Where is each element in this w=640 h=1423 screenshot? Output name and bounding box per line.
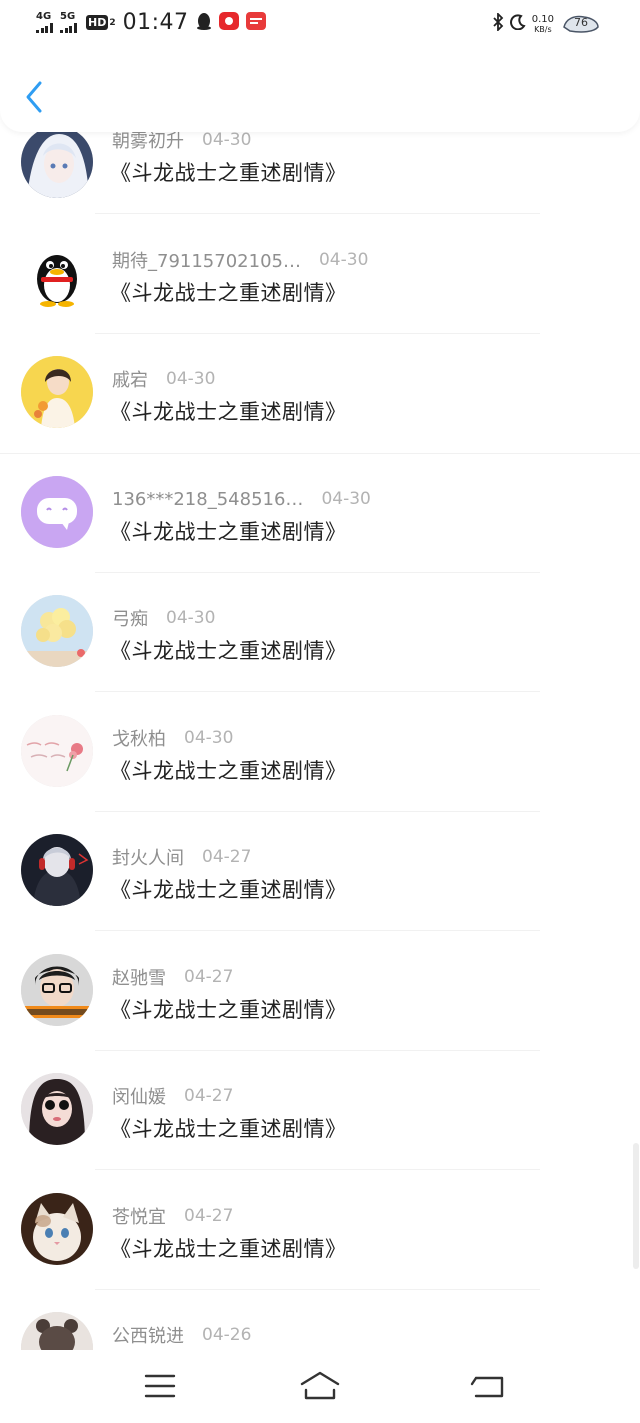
list-item[interactable]: 公西锐进 04-26 [0, 1312, 640, 1350]
chevron-left-icon [26, 81, 42, 113]
scrollbar[interactable] [633, 1143, 639, 1269]
app-notification-icon [218, 11, 239, 34]
comment-date: 04-30 [166, 369, 216, 389]
home-button[interactable] [300, 1370, 340, 1402]
divider [95, 811, 540, 812]
divider [0, 453, 640, 454]
list-item[interactable]: 弓痴 04-30 《斗龙战士之重述剧情》 [0, 595, 640, 724]
list-item[interactable]: 朝雾初升 04-30 《斗龙战士之重述剧情》 [0, 126, 640, 246]
rose-text-avatar[interactable] [21, 715, 93, 787]
comment-date: 04-30 [184, 728, 234, 748]
back-icon [470, 1376, 504, 1398]
signal-bars-icon [60, 23, 78, 33]
news-app-icon [245, 11, 266, 34]
commenter-name[interactable]: 弓痴 [112, 605, 148, 631]
signal-4g: 4G [36, 12, 54, 33]
qq-penguin-avatar[interactable] [21, 237, 93, 309]
signal-5g: 5G [60, 12, 78, 33]
divider [95, 213, 540, 214]
commenter-name[interactable]: 封火人间 [112, 844, 184, 870]
cat-avatar[interactable] [21, 1193, 93, 1265]
comment-date: 04-26 [202, 1325, 252, 1345]
divider [95, 691, 540, 692]
balloons-avatar[interactable] [21, 595, 93, 667]
list-item[interactable]: 戚宕 04-30 《斗龙战士之重述剧情》 [0, 356, 640, 485]
comment-title[interactable]: 《斗龙战士之重述剧情》 [110, 994, 347, 1024]
divider [95, 930, 540, 931]
back-nav-button[interactable] [468, 1370, 508, 1402]
hd-badge: HD [86, 15, 109, 30]
comment-title[interactable]: 《斗龙战士之重述剧情》 [110, 874, 347, 904]
menu-icon [144, 1374, 176, 1398]
comment-title[interactable]: 《斗龙战士之重述剧情》 [110, 396, 347, 426]
top-header: 4G 5G HD 2 01:47 0.10 KB/s 76 [0, 0, 640, 132]
list-item[interactable]: 136***218_548516… 04-30 《斗龙战士之重述剧情》 [0, 476, 640, 605]
comment-date: 04-30 [202, 130, 252, 150]
comment-date: 04-27 [184, 1086, 234, 1106]
comment-date: 04-30 [321, 489, 371, 509]
list-item[interactable]: 闵仙媛 04-27 《斗龙战士之重述剧情》 [0, 1073, 640, 1202]
signal-bars-icon [36, 23, 54, 33]
bluetooth-icon [492, 11, 504, 35]
comment-title[interactable]: 《斗龙战士之重述剧情》 [110, 635, 347, 665]
network-label: 4G [36, 11, 52, 22]
commenter-name[interactable]: 赵驰雪 [112, 964, 166, 990]
anime-girl-avatar[interactable] [21, 126, 93, 198]
commenter-name[interactable]: 136***218_548516… [112, 489, 303, 510]
status-bar: 4G 5G HD 2 01:47 0.10 KB/s 76 [0, 0, 640, 50]
comment-list[interactable]: 朝雾初升 04-30 《斗龙战士之重述剧情》 期待_79115702105… 0… [0, 0, 640, 1350]
commenter-name[interactable]: 戚宕 [112, 366, 148, 392]
divider [95, 1169, 540, 1170]
list-item[interactable]: 苍悦宜 04-27 《斗龙战士之重述剧情》 [0, 1193, 640, 1322]
commenter-name[interactable]: 苍悦宜 [112, 1203, 166, 1229]
menu-button[interactable] [140, 1370, 180, 1402]
comment-date: 04-27 [202, 847, 252, 867]
comment-title[interactable]: 《斗龙战士之重述剧情》 [110, 277, 347, 307]
divider [95, 333, 540, 334]
girl-flowers-avatar[interactable] [21, 356, 93, 428]
divider [95, 1050, 540, 1051]
battery-level: 76 [574, 16, 588, 29]
speed-unit: KB/s [534, 25, 552, 34]
list-item[interactable]: 戈秋柏 04-30 《斗龙战士之重述剧情》 [0, 715, 640, 844]
comment-date: 04-27 [184, 1206, 234, 1226]
list-item[interactable]: 赵驰雪 04-27 《斗龙战士之重述剧情》 [0, 954, 640, 1083]
chat-bubble-avatar[interactable] [21, 476, 93, 548]
commenter-name[interactable]: 期待_79115702105… [112, 247, 301, 273]
comment-title[interactable]: 《斗龙战士之重述剧情》 [110, 1113, 347, 1143]
system-nav-bar [0, 1350, 640, 1423]
commenter-name[interactable]: 戈秋柏 [112, 725, 166, 751]
network-label: 5G [60, 11, 76, 22]
comment-title[interactable]: 《斗龙战士之重述剧情》 [110, 1233, 347, 1263]
commenter-name[interactable]: 闵仙媛 [112, 1083, 166, 1109]
comment-date: 04-27 [184, 967, 234, 987]
do-not-disturb-moon-icon [509, 14, 526, 34]
back-button[interactable] [22, 79, 46, 115]
comment-date: 04-30 [318, 250, 369, 270]
anime-headphones-avatar[interactable] [21, 834, 93, 906]
list-item[interactable]: 封火人间 04-27 《斗龙战士之重述剧情》 [0, 834, 640, 963]
comment-title[interactable]: 《斗龙战士之重述剧情》 [110, 516, 347, 546]
qq-notification-icon [196, 12, 212, 34]
list-item[interactable]: 期待_79115702105… 04-30 《斗龙战士之重述剧情》 [0, 237, 640, 366]
comment-date: 04-30 [166, 608, 216, 628]
divider [95, 572, 540, 573]
speed-value: 0.10 [531, 14, 554, 25]
clock: 01:47 [122, 10, 189, 35]
home-icon [300, 1371, 340, 1400]
divider [95, 1289, 540, 1290]
commenter-name[interactable]: 公西锐进 [112, 1322, 184, 1348]
comment-title[interactable]: 《斗龙战士之重述剧情》 [110, 157, 347, 187]
network-speed: 0.10 KB/s [532, 14, 554, 34]
comment-title[interactable]: 《斗龙战士之重述剧情》 [110, 755, 347, 785]
battery-icon: 76 [562, 13, 600, 35]
hd-badge-sub: 2 [109, 17, 116, 28]
boy-glasses-avatar[interactable] [21, 954, 93, 1026]
girl-sunglasses-avatar[interactable] [21, 1073, 93, 1145]
